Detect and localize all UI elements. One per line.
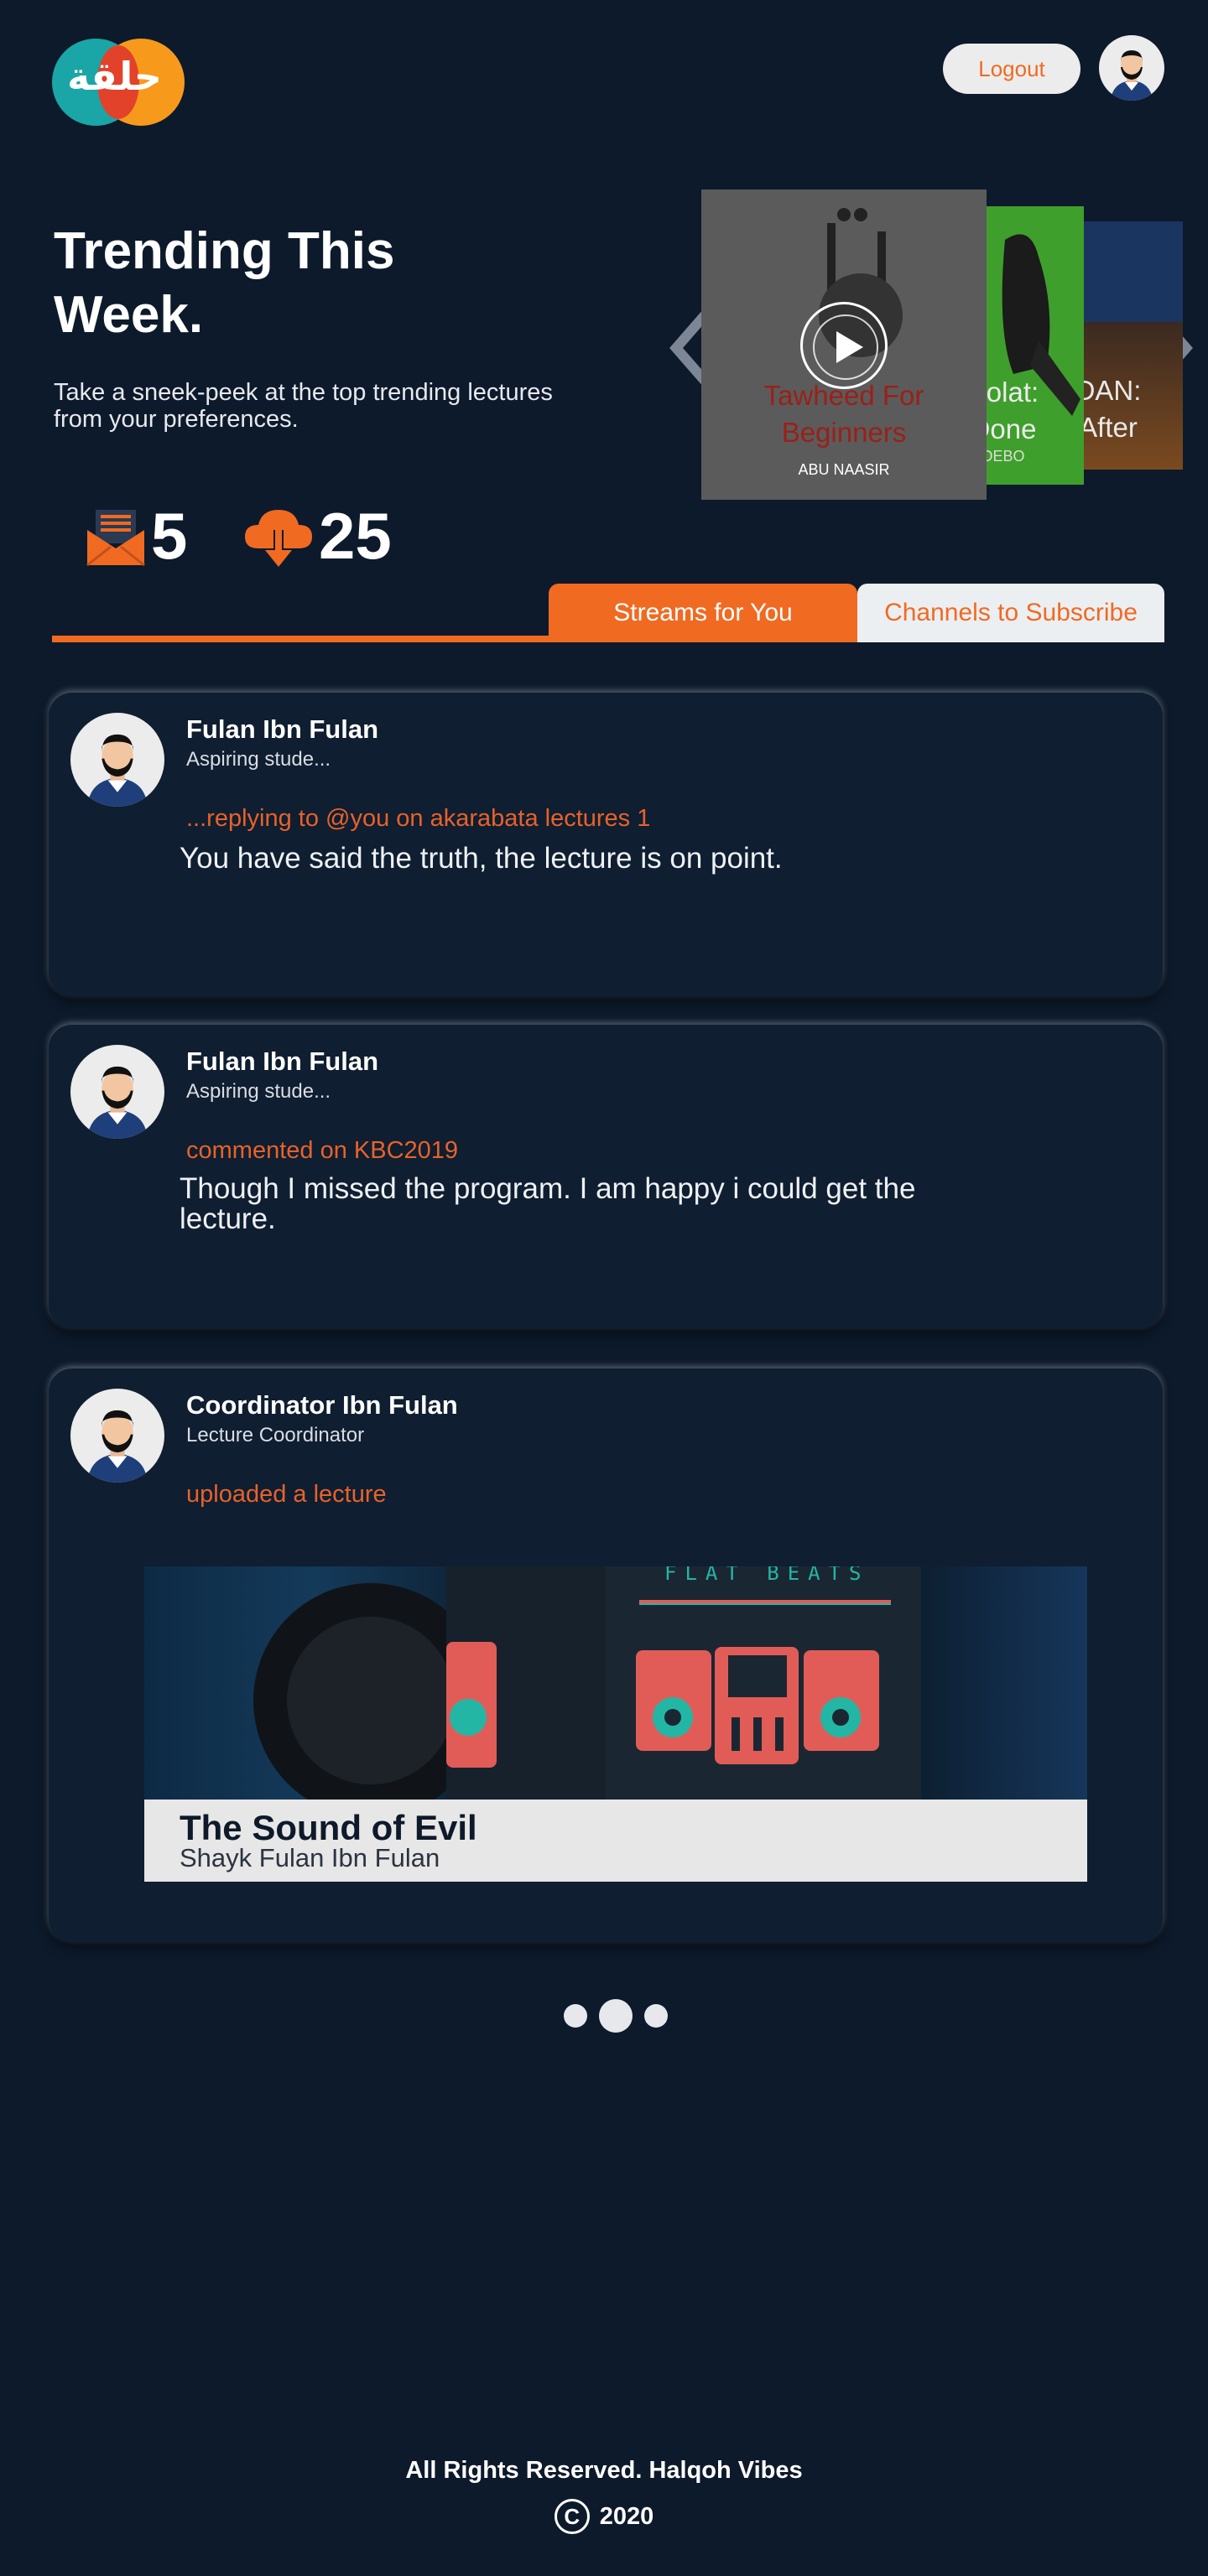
logo-text: حلقة xyxy=(67,54,162,99)
user-avatar-icon xyxy=(87,1410,148,1483)
envelope-icon xyxy=(86,509,145,566)
loading-dot xyxy=(644,2004,668,2028)
carousel-card-3[interactable]: DAN: After RO xyxy=(1084,221,1183,470)
post-avatar[interactable] xyxy=(70,713,164,807)
copyright-icon: C xyxy=(554,2499,590,2534)
page-subtitle: Take a sneek-peek at the top trending le… xyxy=(54,379,553,433)
card-author: ABU NAASIR xyxy=(798,461,890,478)
feed-post[interactable]: Fulan Ibn Fulan Aspiring stude... ...rep… xyxy=(49,693,1163,996)
tab-channels-to-subscribe[interactable]: Channels to Subscribe xyxy=(857,584,1164,642)
post-action-text[interactable]: commented on KBC2019 xyxy=(186,1137,458,1165)
card-title: Solat: Done xyxy=(980,377,1039,444)
card-title: DAN: After xyxy=(1084,375,1142,443)
post-author-name[interactable]: Coordinator Ibn Fulan xyxy=(186,1390,458,1420)
user-avatar-icon xyxy=(1111,50,1153,101)
downloads-stat[interactable]: 25 xyxy=(242,498,392,574)
page-title: Trending This Week. xyxy=(54,222,395,344)
loading-dot xyxy=(564,2004,587,2028)
feed-post[interactable]: Coordinator Ibn Fulan Lecture Coordinato… xyxy=(49,1368,1163,1942)
lecture-info-bar: The Sound of Evil Shayk Fulan Ibn Fulan xyxy=(144,1800,1087,1882)
downloads-count: 25 xyxy=(319,499,392,573)
card-title: Tawheed For Beginners xyxy=(763,380,924,448)
post-author-name[interactable]: Fulan Ibn Fulan xyxy=(186,714,378,745)
messages-stat[interactable]: 5 xyxy=(84,498,187,574)
post-author-name[interactable]: Fulan Ibn Fulan xyxy=(186,1046,378,1077)
feed-post[interactable]: Fulan Ibn Fulan Aspiring stude... commen… xyxy=(49,1025,1163,1328)
user-avatar-icon xyxy=(87,734,148,807)
lecture-card[interactable]: FLAT BEATS The Sound of Evil Shayk Fulan… xyxy=(144,1566,1087,1882)
tab-streams-for-you[interactable]: Streams for You xyxy=(549,584,857,642)
lecture-title[interactable]: The Sound of Evil xyxy=(180,1808,477,1848)
carousel-card-2[interactable]: Solat: Done ADEBO xyxy=(980,206,1084,485)
post-body: You have said the truth, the lecture is … xyxy=(180,842,783,875)
post-author-role: Aspiring stude... xyxy=(186,748,331,771)
card-author: ADEBO xyxy=(980,448,1025,465)
carousel-card-1[interactable]: Tawheed For Beginners ABU NAASIR xyxy=(701,190,987,500)
app-logo[interactable]: حلقة xyxy=(52,39,185,126)
user-avatar[interactable] xyxy=(1099,35,1164,101)
cloud-download-icon xyxy=(245,509,312,567)
post-author-role: Aspiring stude... xyxy=(186,1080,331,1103)
cover-text: FLAT BEATS xyxy=(664,1566,870,1585)
messages-count: 5 xyxy=(151,499,188,573)
post-avatar[interactable] xyxy=(70,1389,164,1483)
play-icon[interactable] xyxy=(800,302,888,389)
loading-indicator xyxy=(564,1999,680,2033)
footer-rights: All Rights Reserved. Halqoh Vibes xyxy=(405,2457,803,2484)
post-body: Though I missed the program. I am happy … xyxy=(180,1172,916,1235)
footer-year: 2020 xyxy=(599,2502,654,2530)
post-avatar[interactable] xyxy=(70,1045,164,1139)
user-avatar-icon xyxy=(87,1066,148,1139)
logout-button[interactable]: Logout xyxy=(943,44,1080,94)
post-author-role: Lecture Coordinator xyxy=(186,1424,365,1446)
footer-copyright: C 2020 xyxy=(0,2499,1208,2534)
lecture-cover-art xyxy=(253,1566,921,1800)
loading-dot xyxy=(599,1999,633,2033)
post-action-text[interactable]: uploaded a lecture xyxy=(186,1481,387,1509)
lecture-author[interactable]: Shayk Fulan Ibn Fulan xyxy=(180,1843,440,1873)
post-action-text[interactable]: ...replying to @you on akarabata lecture… xyxy=(186,805,650,833)
lecture-cover: FLAT BEATS xyxy=(144,1566,1087,1800)
